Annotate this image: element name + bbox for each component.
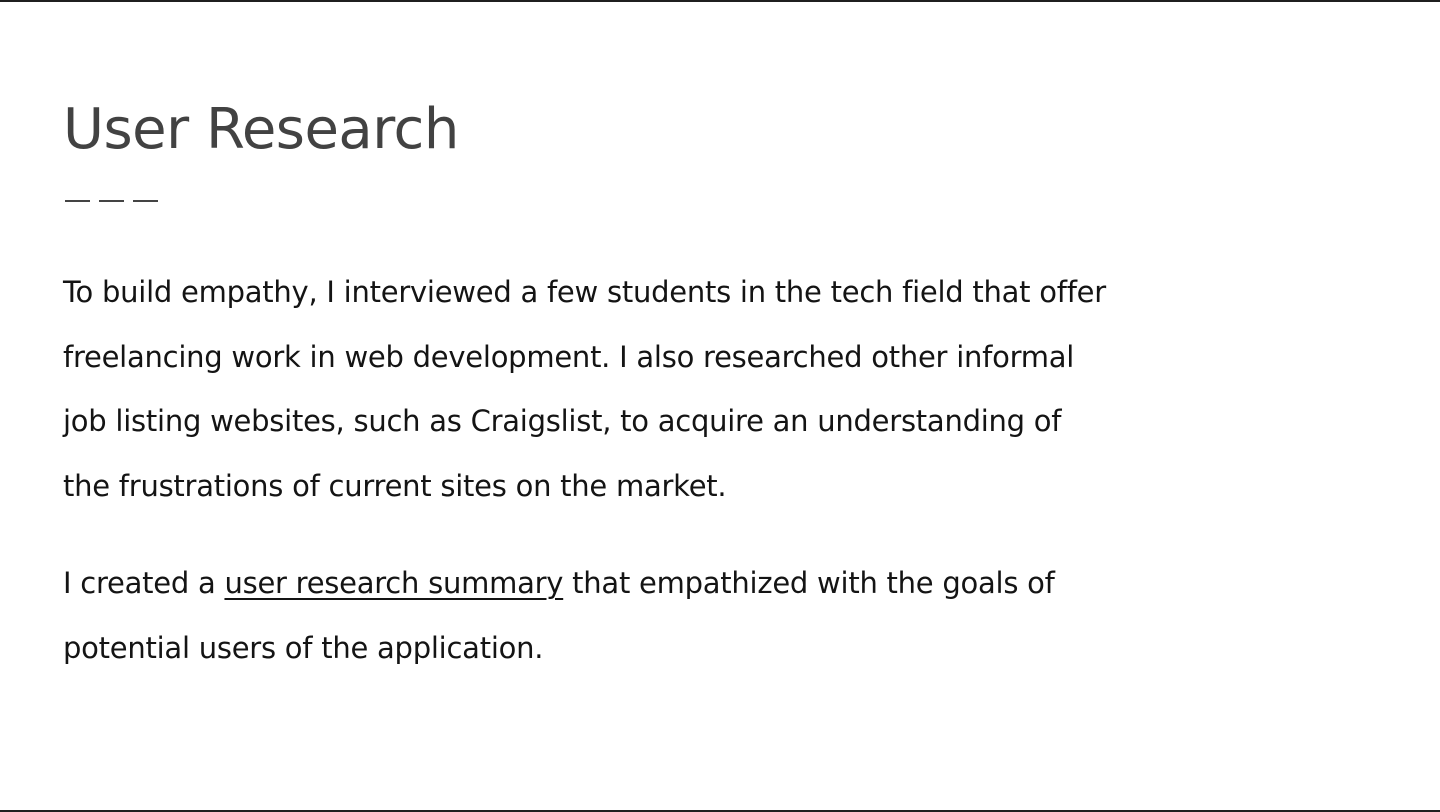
- paragraph-line: I created a user research summary that e…: [63, 551, 1055, 616]
- summary-text-after: that empathized with the goals of: [563, 566, 1055, 600]
- paragraph-line: potential users of the application.: [63, 630, 544, 665]
- user-research-summary-link[interactable]: user research summary: [224, 566, 563, 600]
- paragraph-line: freelancing work in web development. I a…: [63, 339, 1075, 374]
- title-divider: [65, 200, 158, 204]
- summary-text-before: I created a: [63, 566, 225, 600]
- summary-paragraph: I created a user research summary that e…: [63, 551, 1055, 680]
- divider-dash: [65, 200, 90, 202]
- divider-dash: [99, 200, 124, 202]
- paragraph-line: the frustrations of current sites on the…: [63, 468, 727, 503]
- paragraph-line: job listing websites, such as Craigslist…: [63, 404, 1062, 438]
- research-paragraph: To build empathy, I interviewed a few st…: [63, 260, 1106, 518]
- paragraph-line: To build empathy, I interviewed a few st…: [63, 275, 1106, 309]
- divider-dash: [133, 200, 158, 202]
- slide-title: User Research: [63, 97, 459, 162]
- slide: User Research To build empathy, I interv…: [0, 0, 1440, 812]
